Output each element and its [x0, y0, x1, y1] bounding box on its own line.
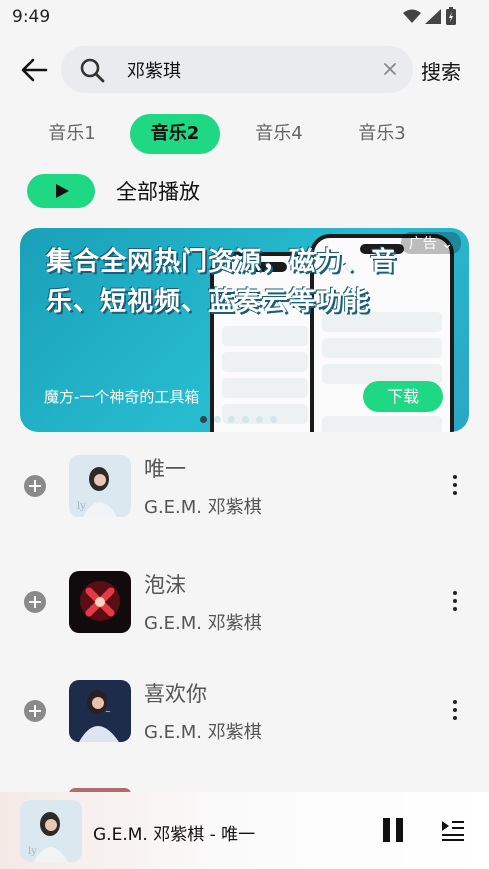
ad-banner[interactable]: 集合全网热门资源，磁力、音乐、短视频、蓝奏云等功能 广告 ⌄ 魔方-一个神奇的工…: [20, 228, 469, 432]
playlist-icon[interactable]: [440, 818, 466, 842]
banner-headline: 集合全网热门资源，磁力、音乐、短视频、蓝奏云等功能: [46, 247, 398, 317]
album-cover: ~: [69, 680, 131, 742]
add-circle-icon[interactable]: [24, 591, 46, 613]
tab-music-1[interactable]: 音乐1: [36, 114, 108, 154]
search-input[interactable]: [127, 54, 367, 85]
search-button[interactable]: 搜索: [421, 56, 461, 85]
mini-player[interactable]: ly G.E.M. 邓紫棋 - 唯一: [0, 792, 489, 869]
play-all-button[interactable]: [27, 174, 95, 208]
play-all-label[interactable]: 全部播放: [116, 176, 200, 206]
more-vertical-icon[interactable]: [445, 473, 465, 497]
ad-label[interactable]: 广告 ⌄: [400, 232, 461, 254]
song-artist: G.E.M. 邓紫棋: [144, 613, 262, 634]
battery-icon: [446, 7, 456, 25]
player-album-cover: ly: [20, 800, 82, 862]
download-button[interactable]: 下载: [363, 381, 443, 412]
svg-text:~: ~: [105, 708, 111, 716]
svg-text:ly: ly: [28, 846, 37, 857]
song-row[interactable]: ~ 喜欢你 G.E.M. 邓紫棋: [0, 668, 489, 756]
tab-music-4[interactable]: 音乐4: [243, 114, 315, 154]
play-all-row: 全部播放: [27, 173, 200, 209]
carousel-dot[interactable]: [242, 416, 249, 423]
song-artist: G.E.M. 邓紫棋: [144, 497, 262, 518]
now-playing-title: G.E.M. 邓紫棋 - 唯一: [93, 825, 256, 845]
album-cover: ly: [69, 455, 131, 517]
search-icon: [80, 58, 105, 83]
status-time: 9:49: [12, 7, 51, 27]
carousel-dot[interactable]: [200, 416, 207, 423]
status-bar: 9:49: [0, 0, 489, 34]
song-row[interactable]: 泡沫 G.E.M. 邓紫棋: [0, 559, 489, 647]
add-circle-icon[interactable]: [24, 700, 46, 722]
carousel-dots: [200, 416, 277, 423]
more-vertical-icon[interactable]: [445, 698, 465, 722]
search-row: 搜索: [0, 46, 489, 94]
carousel-dot[interactable]: [214, 416, 221, 423]
carousel-dot[interactable]: [270, 416, 277, 423]
banner-subtitle: 魔方-一个神奇的工具箱: [44, 388, 200, 406]
clear-icon[interactable]: [383, 62, 397, 76]
carousel-dot[interactable]: [256, 416, 263, 423]
search-box: [61, 46, 413, 93]
pause-icon[interactable]: [381, 818, 405, 842]
tab-music-2[interactable]: 音乐2: [130, 114, 220, 154]
tab-music-3[interactable]: 音乐3: [346, 114, 418, 154]
song-artist: G.E.M. 邓紫棋: [144, 722, 262, 743]
wifi-icon: [403, 9, 421, 23]
signal-icon: [425, 8, 441, 24]
song-title: 泡沫: [144, 573, 186, 597]
song-title: 喜欢你: [144, 682, 207, 706]
album-cover: [69, 571, 131, 633]
more-vertical-icon[interactable]: [445, 589, 465, 613]
play-icon: [56, 184, 69, 198]
status-icons: [403, 7, 457, 25]
song-row[interactable]: ly 唯一 G.E.M. 邓紫棋: [0, 443, 489, 531]
song-title: 唯一: [144, 457, 186, 481]
svg-text:ly: ly: [77, 501, 86, 512]
carousel-dot[interactable]: [228, 416, 235, 423]
add-circle-icon[interactable]: [24, 475, 46, 497]
chevron-down-icon: ⌄: [441, 236, 453, 252]
back-arrow-icon[interactable]: [20, 56, 48, 84]
source-tabs: 音乐1 音乐2 音乐4 音乐3: [0, 114, 489, 154]
